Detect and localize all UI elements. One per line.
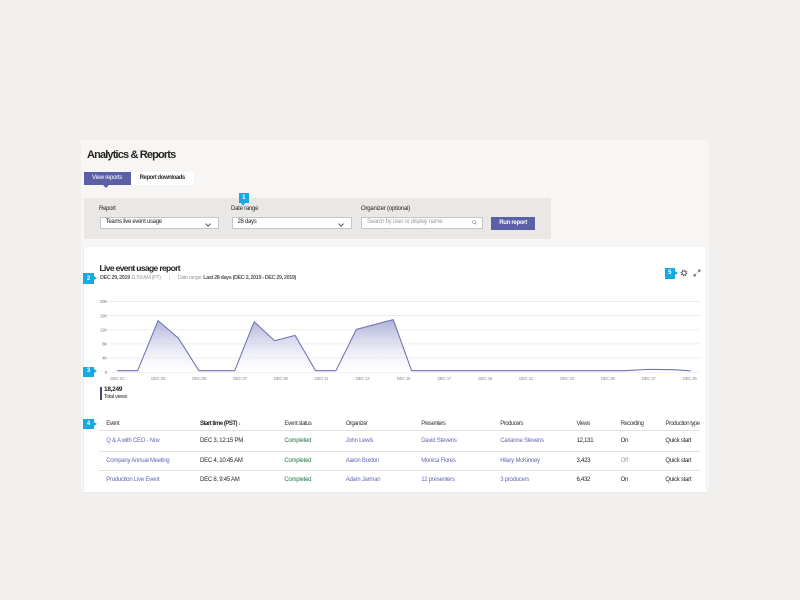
svg-text:DEC 23: DEC 23	[560, 376, 574, 381]
svg-text:20K: 20K	[100, 299, 107, 304]
svg-text:DEC 01: DEC 01	[110, 376, 124, 381]
svg-text:12K: 12K	[100, 328, 107, 333]
svg-text:DEC 25: DEC 25	[601, 376, 615, 381]
svg-text:DEC 07: DEC 07	[233, 376, 247, 381]
svg-text:4K: 4K	[102, 356, 107, 361]
svg-text:DEC 17: DEC 17	[438, 376, 452, 381]
svg-text:8K: 8K	[102, 342, 107, 347]
svg-text:DEC 27: DEC 27	[642, 376, 656, 381]
svg-text:16K: 16K	[100, 313, 107, 318]
svg-text:DEC 05: DEC 05	[192, 376, 206, 381]
svg-text:DEC 19: DEC 19	[478, 376, 492, 381]
svg-text:DEC 03: DEC 03	[151, 376, 165, 381]
svg-text:DEC 15: DEC 15	[397, 376, 411, 381]
svg-text:DEC 21: DEC 21	[519, 376, 533, 381]
svg-text:DEC 13: DEC 13	[356, 376, 370, 381]
svg-text:DEC 29: DEC 29	[683, 376, 697, 381]
svg-text:DEC 09: DEC 09	[274, 376, 288, 381]
svg-text:DEC 11: DEC 11	[315, 376, 329, 381]
